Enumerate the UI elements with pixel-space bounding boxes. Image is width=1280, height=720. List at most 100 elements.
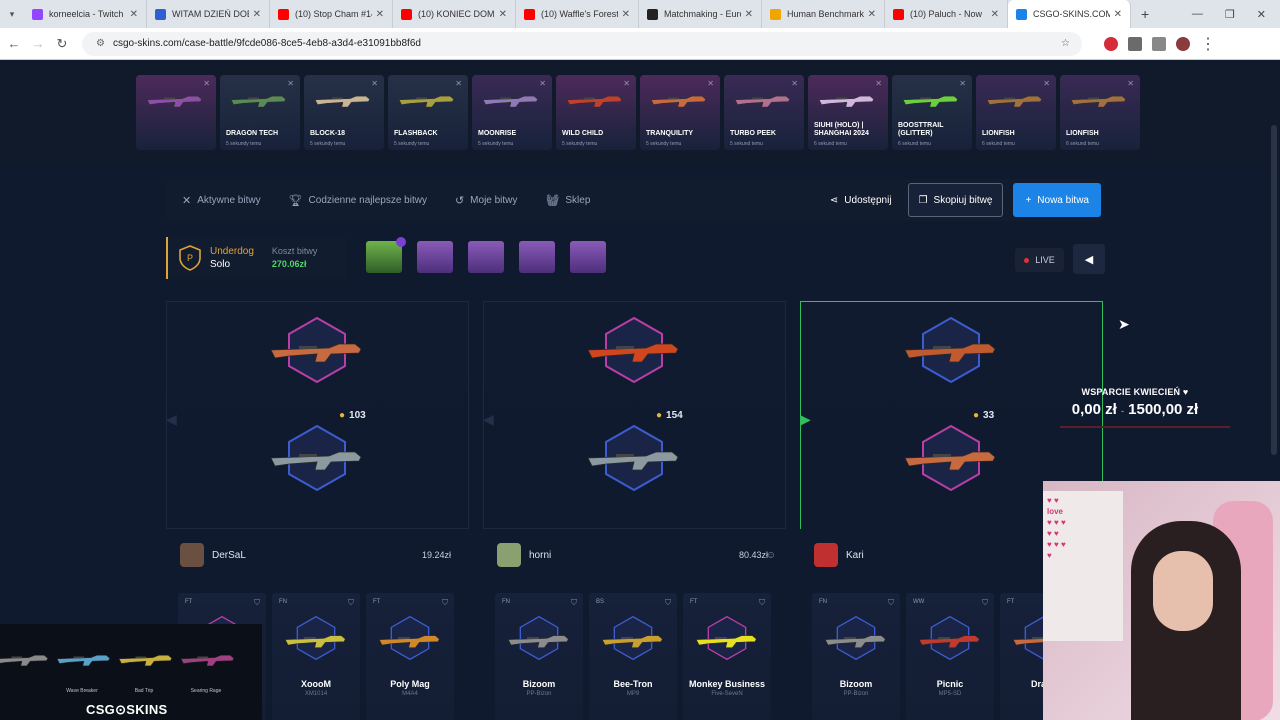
live-drop-item[interactable]: ✕ Wild Child 5 sekundy temu [556,75,636,150]
daily-best-battles-link[interactable]: 🏆︎ Codzienne najlepsze bitwy [289,194,427,207]
new-battle-button[interactable]: + Nowa bitwa [1013,183,1101,217]
browser-tab[interactable]: (10) Stop Cham #143 ✕ [270,0,393,28]
shield-icon: ⛉ [982,598,988,607]
tab-search-icon[interactable]: ▾ [0,9,24,20]
pin-icon[interactable]: ✕ [1127,79,1134,88]
item-card[interactable]: WW ⛉ Picnic MP5-SD [906,593,994,720]
tab-close-icon[interactable]: ✕ [130,9,138,20]
pin-icon[interactable]: ✕ [623,79,630,88]
pin-icon[interactable]: ✕ [539,79,546,88]
avatar[interactable] [497,543,521,567]
extensions-puzzle-icon[interactable] [1128,36,1142,51]
live-drop-item[interactable]: ✕ [136,75,216,150]
browser-menu-icon[interactable]: ⋮ [1200,34,1216,54]
tab-close-icon[interactable]: ✕ [1114,9,1122,20]
tab-close-icon[interactable]: ✕ [622,9,630,20]
tab-close-icon[interactable]: ✕ [376,9,384,20]
active-battles-link[interactable]: ✕ Aktywne bitwy [182,194,261,207]
pin-icon[interactable]: ✕ [707,79,714,88]
live-drop-item[interactable]: ✕ Dragon Tech 5 sekundy temu [220,75,300,150]
close-window-icon[interactable]: ✕ [1257,8,1266,21]
tab-close-icon[interactable]: ✕ [991,9,999,20]
minimize-icon[interactable]: — [1192,8,1203,21]
pin-icon[interactable]: ✕ [455,79,462,88]
pin-icon[interactable]: ✕ [1043,79,1050,88]
live-drop-item[interactable]: ✕ Flashback 5 sekundy temu [388,75,468,150]
address-bar[interactable]: ⚙ csgo-skins.com/case-battle/9fcde086-8c… [82,31,1082,56]
live-drop-item[interactable]: ✕ Turbo Peek 5 sekund temu [724,75,804,150]
emoji-icon[interactable]: ☺ [766,550,776,561]
case-icon[interactable] [519,241,555,273]
bookmark-star-icon[interactable]: ☆ [1061,38,1070,49]
support-title: WSPARCIE KWIECIEŃ ♥ [1081,387,1189,397]
browser-toolbar: ← → ↻ ⚙ csgo-skins.com/case-battle/9fcde… [0,28,1280,60]
drop-item-name: Lionfish [1066,130,1099,137]
live-drop-item[interactable]: ✕ Siuhi (Holo) | Shanghai 2024 6 sekund te… [808,75,888,150]
extension-icon[interactable] [1104,36,1118,51]
live-drop-item[interactable]: ✕ Lionfish 6 sekund temu [1060,75,1140,150]
player-row: DerSaL 19.24zł [166,539,469,571]
support-goal-value: 1500,00 zł [1128,401,1199,418]
profile-avatar[interactable] [1176,36,1190,51]
browser-tab[interactable]: (10) KONIEC DOMU ✕ [393,0,516,28]
live-drop-item[interactable]: ✕ Boosttrail (Glitter) 6 sekund temu [892,75,972,150]
item-card[interactable]: FT ⛉ Monkey Business Five-SeveN [683,593,771,720]
weapon-image [56,648,112,672]
tab-close-icon[interactable]: ✕ [868,9,876,20]
live-drop-item[interactable]: ✕ Moonrise 5 sekundy temu [472,75,552,150]
player-items: FN ⛉ Bizoom PP-Bizon BS ⛉ Bee-Tron MP9 FT ⛉ Monkey… [495,593,771,720]
tab-favicon-icon [32,8,43,20]
player-name[interactable]: horni [529,550,551,561]
item-card[interactable]: FT ⛉ Poly Mag M4A4 [366,593,454,720]
pin-icon[interactable]: ✕ [959,79,966,88]
restore-icon[interactable]: ❐ [1225,8,1235,21]
browser-tab[interactable]: korneelcia - Twitch ✕ [24,0,147,28]
avatar[interactable] [814,543,838,567]
sound-toggle-button[interactable]: ◀ [1073,244,1105,274]
pin-icon[interactable]: ✕ [875,79,882,88]
browser-tab[interactable]: WITAM DZIEŃ DOBRY ✕ [147,0,270,28]
tab-close-icon[interactable]: ✕ [745,9,753,20]
new-tab-button[interactable]: + [1141,6,1149,22]
item-card[interactable]: FN ⛉ XoooM XM1014 [272,593,360,720]
forward-icon[interactable]: → [26,36,50,51]
shop-link[interactable]: 🧺︎ Sklep [545,194,590,207]
site-info-icon[interactable]: ⚙ [96,38,105,49]
live-drop-item[interactable]: ✕ Block-18 5 sekundy temu [304,75,384,150]
overlay-drop-item: Bad Trip [114,630,174,694]
page-scrollbar[interactable] [1271,125,1277,455]
pin-icon[interactable]: ✕ [371,79,378,88]
player-name[interactable]: DerSaL [212,550,246,561]
reload-icon[interactable]: ↻ [50,36,74,52]
case-icon[interactable] [570,241,606,273]
item-card[interactable]: BS ⛉ Bee-Tron MP9 [589,593,677,720]
tab-close-icon[interactable]: ✕ [499,9,507,20]
item-card[interactable]: FN ⛉ Bizoom PP-Bizon [812,593,900,720]
player-name[interactable]: Kari [846,550,864,561]
my-battles-link[interactable]: ↺ Moje bitwy [455,194,517,207]
media-control-icon[interactable] [1152,36,1166,51]
pin-icon[interactable]: ✕ [203,79,210,88]
browser-tab[interactable]: CSGO-SKINS.COM - ✕ [1008,0,1131,28]
weapon-image [601,629,665,653]
live-drop-item[interactable]: ✕ Tranquility 5 sekundy temu [640,75,720,150]
copy-battle-button[interactable]: ❐ Skopiuj bitwę [907,183,1004,217]
share-button[interactable]: ⋖ Udostępnij [830,195,892,206]
browser-tab[interactable]: (10) Paluch - Now ✕ [885,0,1008,28]
browser-tab[interactable]: Human Benchmark - ✕ [762,0,885,28]
case-icon[interactable] [417,241,453,273]
avatar[interactable] [180,543,204,567]
browser-tab[interactable]: (10) Waffle's Forest B ✕ [516,0,639,28]
back-icon[interactable]: ← [2,36,26,51]
pin-icon[interactable]: ✕ [287,79,294,88]
case-icon[interactable] [366,237,406,273]
share-icon: ⋖ [829,194,839,206]
browser-tab[interactable]: Matchmaking - Europ ✕ [639,0,762,28]
pin-icon[interactable]: ✕ [791,79,798,88]
weapon-image [695,629,759,653]
live-drop-item[interactable]: ✕ Lionfish 6 sekund temu [976,75,1056,150]
case-icon[interactable] [468,241,504,273]
tab-close-icon[interactable]: ✕ [253,9,261,20]
battle-column: ● 103 [166,301,469,529]
item-card[interactable]: FN ⛉ Bizoom PP-Bizon [495,593,583,720]
